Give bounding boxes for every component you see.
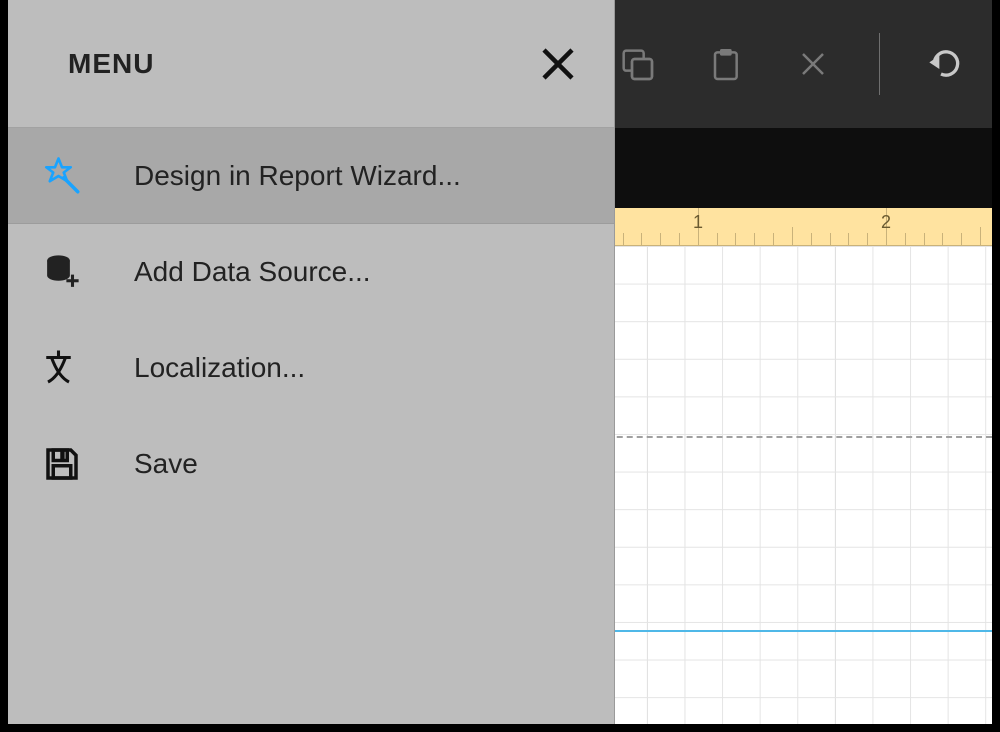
- menu-header: MENU: [8, 0, 614, 128]
- menu-list: Design in Report Wizard... Add Data Sour…: [8, 128, 614, 724]
- menu-item-label: Save: [134, 448, 198, 480]
- close-icon: [536, 42, 580, 86]
- menu-item-label: Design in Report Wizard...: [134, 160, 461, 192]
- x-icon: [793, 44, 833, 84]
- ruler-mark: 2: [881, 212, 891, 233]
- main-menu-panel: MENU Design in Report Wizard...: [8, 0, 615, 724]
- menu-item-design-wizard[interactable]: Design in Report Wizard...: [8, 128, 614, 224]
- menu-title: MENU: [68, 48, 154, 80]
- toolbar-divider: [879, 33, 880, 95]
- close-button[interactable]: [536, 42, 580, 86]
- paste-button[interactable]: [703, 42, 747, 86]
- menu-item-save[interactable]: Save: [8, 416, 614, 512]
- ruler-mark: 1: [693, 212, 703, 233]
- menu-item-localization[interactable]: Localization...: [8, 320, 614, 416]
- menu-item-label: Localization...: [134, 352, 305, 384]
- data-source-icon: [38, 248, 86, 296]
- paste-icon: [705, 44, 745, 84]
- copy-button[interactable]: [615, 42, 659, 86]
- copy-icon: [617, 44, 657, 84]
- wizard-star-icon: [38, 152, 86, 200]
- menu-item-label: Add Data Source...: [134, 256, 371, 288]
- localization-icon: [38, 344, 86, 392]
- delete-button[interactable]: [791, 42, 835, 86]
- menu-item-add-data-source[interactable]: Add Data Source...: [8, 224, 614, 320]
- undo-button[interactable]: [924, 42, 968, 86]
- undo-icon: [926, 44, 966, 84]
- save-icon: [38, 440, 86, 488]
